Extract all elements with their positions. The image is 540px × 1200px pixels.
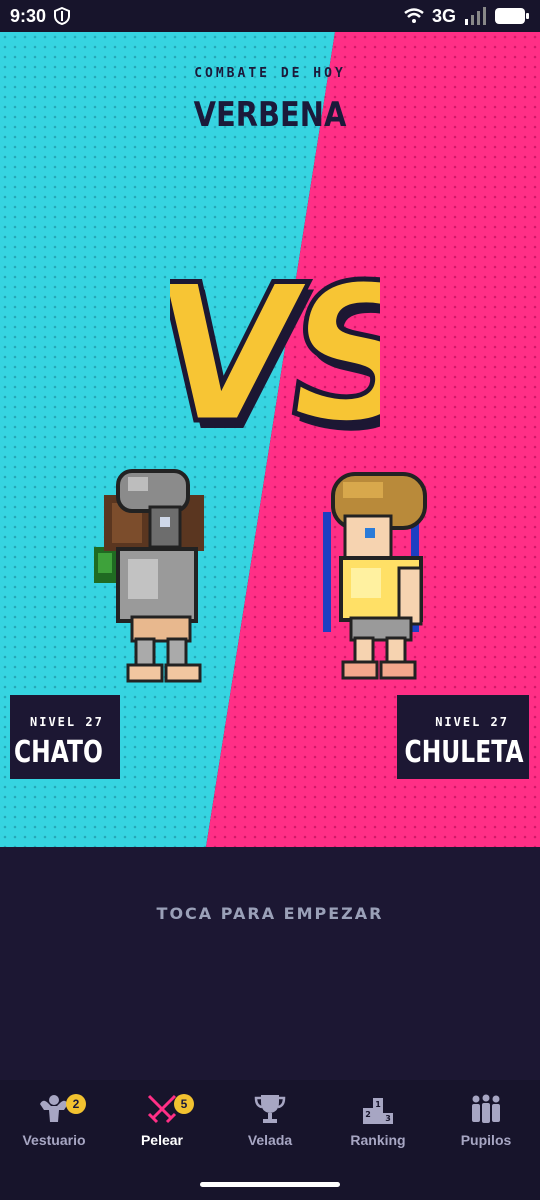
nav-item-velada[interactable]: Velada (216, 1090, 324, 1148)
muscle-icon (40, 1095, 68, 1122)
badge-vestuario: 2 (66, 1094, 86, 1114)
svg-text:1: 1 (375, 1100, 381, 1109)
fighter-right-name: CHULETA (404, 735, 523, 770)
fighter-left-level: NIVEL 27 (30, 715, 104, 729)
trophy-icon (254, 1095, 286, 1123)
vs-logo: VS VS (170, 260, 380, 450)
svg-text:3: 3 (385, 1114, 391, 1123)
svg-text:2: 2 (365, 1110, 371, 1119)
podium-icon: 1 2 3 (363, 1098, 393, 1124)
status-time: 9:30 (10, 5, 47, 26)
wifi-icon (404, 8, 424, 23)
group-icon (472, 1094, 500, 1123)
vs-text: VS (170, 260, 380, 450)
fighter-left-name: CHATO (14, 735, 103, 770)
status-bar: 9:30 3G (0, 0, 540, 32)
crossed-swords-icon (147, 1094, 177, 1124)
fighter-right-namebox: NIVEL 27 CHULETA (397, 695, 529, 779)
nav-label-vestuario: Vestuario (22, 1132, 86, 1148)
fighter-right-sprite[interactable] (315, 472, 435, 688)
fighter-right-level: NIVEL 27 (435, 715, 509, 729)
badge-pelear: 5 (174, 1094, 194, 1114)
fight-header: COMBATE DE HOY VERBENA (0, 66, 540, 135)
nav-label-pelear: Pelear (140, 1132, 184, 1148)
nav-item-pelear[interactable]: 5 Pelear (108, 1090, 216, 1148)
tap-to-start[interactable]: TOCA PARA EMPEZAR (0, 904, 540, 923)
network-type: 3G (431, 5, 456, 26)
fighter-left-namebox: NIVEL 27 CHATO (10, 695, 120, 779)
nav-label-velada: Velada (247, 1132, 293, 1148)
fight-subtitle: COMBATE DE HOY (194, 66, 346, 81)
nav-item-pupilos[interactable]: Pupilos (432, 1090, 540, 1148)
signal-icon (465, 7, 486, 25)
fight-arena[interactable]: COMBATE DE HOY VERBENA VS VS NIVEL 27 CH… (0, 32, 540, 847)
fighter-left-sprite[interactable] (88, 467, 218, 689)
battery-icon (495, 8, 529, 24)
nav-item-vestuario[interactable]: 2 Vestuario (0, 1090, 108, 1148)
fight-title: VERBENA (193, 95, 347, 135)
home-indicator[interactable] (200, 1182, 340, 1187)
nav-label-ranking: Ranking (350, 1132, 406, 1148)
shield-icon (54, 7, 71, 25)
nav-item-ranking[interactable]: 1 2 3 Ranking (324, 1090, 432, 1148)
nav-label-pupilos: Pupilos (460, 1132, 512, 1148)
